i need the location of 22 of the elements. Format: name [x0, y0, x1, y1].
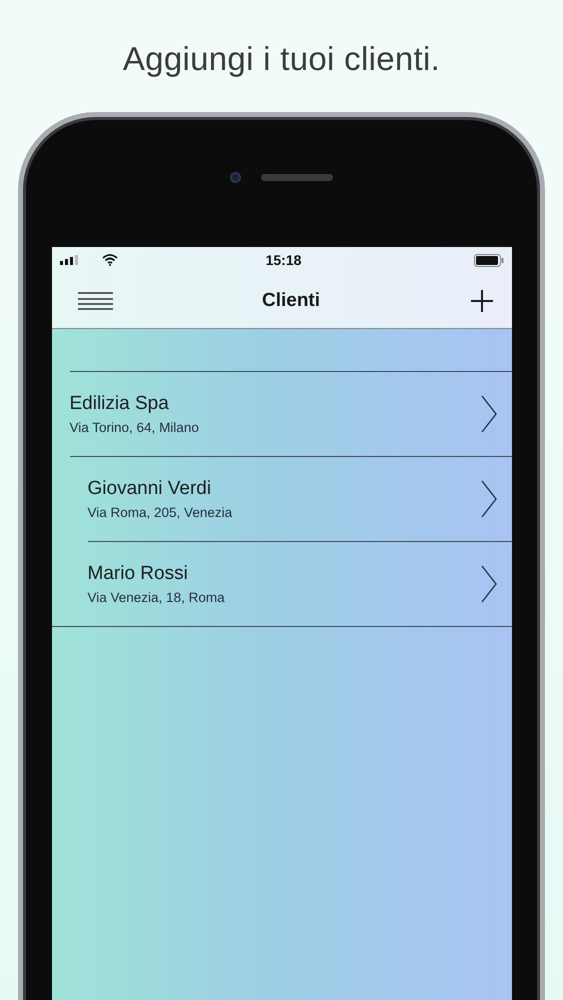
- speaker-icon: [261, 174, 333, 180]
- wifi-icon: [102, 254, 118, 266]
- camera-icon: [230, 172, 241, 182]
- status-time: 15:18: [266, 252, 302, 268]
- chevron-icon: [480, 479, 498, 519]
- chevron-icon: [480, 394, 498, 434]
- client-row[interactable]: Giovanni Verdi Via Roma, 205, Venezia: [88, 457, 512, 541]
- chevron-icon: [480, 564, 498, 604]
- client-address: Via Roma, 205, Venezia: [88, 505, 232, 520]
- client-name: Edilizia Spa: [70, 393, 169, 415]
- client-row[interactable]: Mario Rossi Via Venezia, 18, Roma: [88, 542, 512, 626]
- client-address: Via Venezia, 18, Roma: [88, 590, 225, 605]
- client-name: Mario Rossi: [88, 563, 188, 585]
- signal-icon: [60, 255, 80, 265]
- menu-icon[interactable]: [78, 292, 112, 310]
- screen-title: Clienti: [262, 290, 320, 312]
- battery-icon: [474, 254, 504, 266]
- client-name: Giovanni Verdi: [88, 478, 212, 500]
- client-address: Via Torino, 64, Milano: [70, 420, 199, 435]
- client-row[interactable]: Edilizia Spa Via Torino, 64, Milano: [70, 372, 512, 456]
- add-icon[interactable]: [470, 288, 494, 312]
- headline: Aggiungi i tuoi clienti.: [122, 40, 440, 78]
